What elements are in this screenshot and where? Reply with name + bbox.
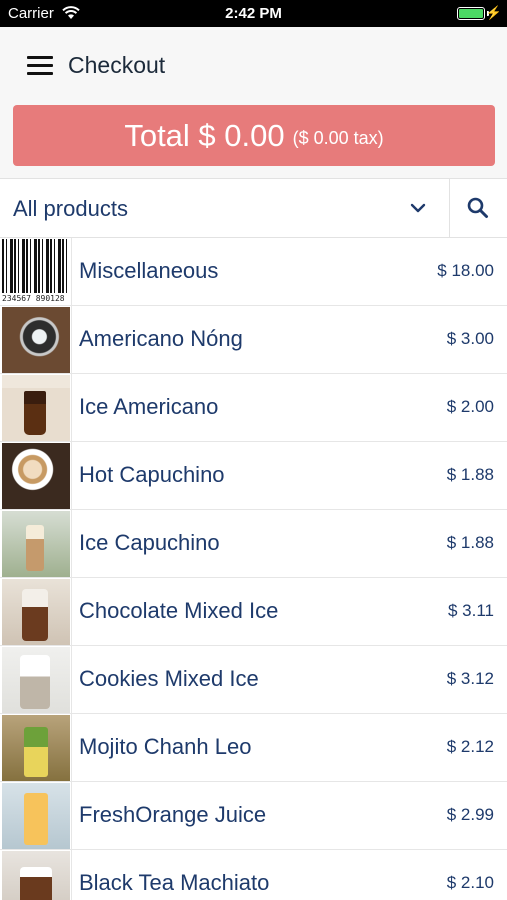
product-list: 234567 890128 Miscellaneous $ 18.00 Amer… — [0, 238, 507, 900]
row-divider — [71, 578, 72, 645]
battery-icon — [457, 7, 485, 20]
total-tax: ($ 0.00 tax) — [292, 128, 384, 148]
product-name: Black Tea Machiato — [79, 870, 270, 895]
product-row[interactable]: Mojito Chanh Leo $ 2.12 — [0, 714, 507, 782]
charging-icon: ⚡ — [485, 5, 502, 20]
search-icon — [467, 197, 488, 218]
product-name: Hot Capuchino — [79, 462, 225, 487]
product-price: $ 2.99 — [446, 805, 494, 824]
total-amount: Total $ 0.00 — [124, 117, 285, 153]
product-price: $ 2.12 — [446, 737, 494, 756]
product-row[interactable]: Cookies Mixed Ice $ 3.12 — [0, 646, 507, 714]
product-name: Cookies Mixed Ice — [79, 666, 259, 691]
status-time: 2:42 PM — [225, 5, 282, 22]
barcode-icon: 234567 890128 — [2, 239, 70, 305]
product-name: Mojito Chanh Leo — [79, 734, 252, 759]
row-divider — [71, 646, 72, 713]
product-row[interactable]: Chocolate Mixed Ice $ 3.11 — [0, 578, 507, 646]
product-row[interactable]: Ice Capuchino $ 1.88 — [0, 510, 507, 578]
product-price: $ 3.00 — [446, 329, 494, 348]
product-row[interactable]: Hot Capuchino $ 1.88 — [0, 442, 507, 510]
row-divider — [71, 306, 72, 373]
product-row[interactable]: Americano Nóng $ 3.00 — [0, 306, 507, 374]
search-button[interactable] — [450, 179, 507, 237]
product-name: FreshOrange Juice — [79, 802, 267, 827]
product-row[interactable]: Ice Americano $ 2.00 — [0, 374, 507, 442]
product-row[interactable]: FreshOrange Juice $ 2.99 — [0, 782, 507, 850]
row-divider — [71, 714, 72, 781]
product-image — [2, 307, 70, 373]
barcode-digits: 234567 890128 — [2, 293, 70, 305]
product-name: Chocolate Mixed Ice — [79, 598, 279, 623]
product-price: $ 2.10 — [446, 873, 494, 892]
hamburger-menu-icon[interactable] — [27, 56, 53, 76]
row-divider — [71, 510, 72, 577]
total-button[interactable]: Total $ 0.00 ($ 0.00 tax) — [13, 105, 495, 166]
category-label: All products — [13, 196, 128, 221]
product-row[interactable]: Black Tea Machiato $ 2.10 — [0, 850, 507, 900]
product-name: Ice Capuchino — [79, 530, 220, 555]
chevron-down-icon — [410, 203, 426, 213]
filter-bar: All products — [0, 178, 507, 238]
row-divider — [71, 374, 72, 441]
product-image — [2, 851, 70, 900]
product-price: $ 18.00 — [437, 261, 494, 280]
status-bar: Carrier 2:42 PM ⚡ — [0, 0, 507, 27]
product-image — [2, 783, 70, 849]
product-image — [2, 647, 70, 713]
category-dropdown[interactable]: All products — [0, 179, 449, 237]
product-image — [2, 375, 70, 441]
row-divider — [71, 442, 72, 509]
product-name: Ice Americano — [79, 394, 219, 419]
product-image — [2, 443, 70, 509]
product-price: $ 1.88 — [446, 465, 494, 484]
row-divider — [71, 782, 72, 849]
product-name: Miscellaneous — [79, 258, 219, 283]
product-price: $ 3.11 — [447, 601, 494, 620]
row-divider — [71, 238, 72, 305]
app-header: Checkout — [0, 27, 507, 105]
row-divider — [71, 850, 72, 900]
product-image — [2, 511, 70, 577]
product-price: $ 1.88 — [446, 533, 494, 552]
product-image — [2, 579, 70, 645]
product-price: $ 3.12 — [446, 669, 494, 688]
product-price: $ 2.00 — [446, 397, 494, 416]
product-name: Americano Nóng — [79, 326, 243, 351]
total-area: Total $ 0.00 ($ 0.00 tax) — [0, 105, 507, 178]
page-title: Checkout — [68, 52, 166, 78]
product-row[interactable]: 234567 890128 Miscellaneous $ 18.00 — [0, 238, 507, 306]
battery-level — [459, 9, 483, 18]
product-image — [2, 715, 70, 781]
